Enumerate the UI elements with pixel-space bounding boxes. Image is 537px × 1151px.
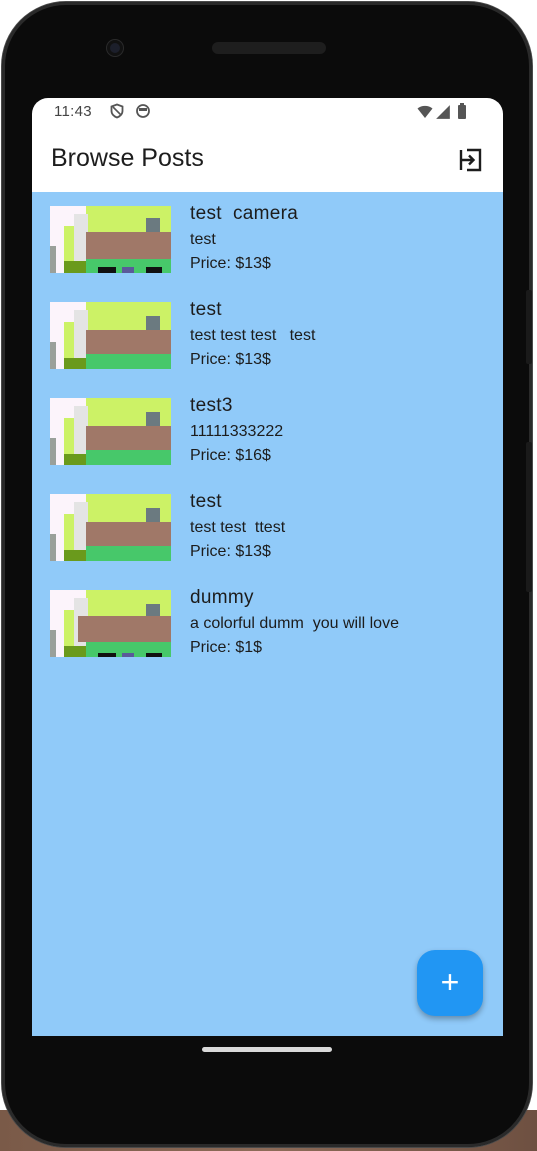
post-price: Price: $16$ bbox=[190, 447, 271, 464]
app-bar: Browse Posts bbox=[32, 126, 503, 192]
post-item[interactable]: test test test ttest Price: $13$ bbox=[50, 484, 490, 561]
post-thumbnail bbox=[50, 206, 171, 273]
post-item[interactable]: test test test test test Price: $13$ bbox=[50, 292, 490, 369]
screen: 11:43 Browse Posts test camera test Pric… bbox=[32, 98, 503, 1036]
post-price: Price: $13$ bbox=[190, 351, 271, 368]
add-post-button[interactable]: + bbox=[417, 950, 483, 1016]
post-title: dummy bbox=[190, 587, 254, 608]
logout-icon[interactable] bbox=[458, 147, 484, 173]
post-thumbnail bbox=[50, 398, 171, 465]
shield-icon bbox=[110, 103, 124, 119]
post-title: test bbox=[190, 299, 222, 320]
post-title: test camera bbox=[190, 203, 299, 224]
page-title: Browse Posts bbox=[51, 144, 204, 172]
earpiece-speaker bbox=[212, 42, 326, 54]
status-time: 11:43 bbox=[54, 103, 92, 120]
post-description: 11111333222 bbox=[190, 423, 284, 440]
home-indicator[interactable] bbox=[202, 1047, 332, 1052]
circle-status-icon bbox=[136, 104, 150, 118]
front-camera bbox=[107, 40, 123, 56]
post-price: Price: $13$ bbox=[190, 255, 271, 272]
cell-signal-icon bbox=[436, 105, 450, 119]
wifi-icon bbox=[417, 105, 433, 118]
phone-frame: 11:43 Browse Posts test camera test Pric… bbox=[2, 2, 532, 1147]
post-price: Price: $1$ bbox=[190, 639, 263, 656]
post-item[interactable]: dummy a colorful dumm you will love Pric… bbox=[50, 580, 490, 657]
volume-buttons bbox=[526, 442, 532, 592]
status-bar: 11:43 bbox=[32, 98, 503, 126]
post-description: test bbox=[190, 231, 216, 248]
post-thumbnail bbox=[50, 590, 171, 657]
power-button bbox=[526, 290, 532, 364]
post-title: test3 bbox=[190, 395, 233, 416]
plus-icon: + bbox=[440, 964, 460, 1000]
post-thumbnail bbox=[50, 494, 171, 561]
post-thumbnail bbox=[50, 302, 171, 369]
post-description: test test ttest bbox=[190, 519, 286, 536]
post-list[interactable]: test camera test Price: $13$ test test t… bbox=[32, 192, 503, 1036]
post-description: a colorful dumm you will love bbox=[190, 615, 399, 632]
post-item[interactable]: test camera test Price: $13$ bbox=[50, 196, 490, 273]
battery-icon bbox=[458, 103, 466, 119]
post-price: Price: $13$ bbox=[190, 543, 271, 560]
post-title: test bbox=[190, 491, 222, 512]
post-item[interactable]: test3 11111333222 Price: $16$ bbox=[50, 388, 490, 465]
post-description: test test test test bbox=[190, 327, 316, 344]
